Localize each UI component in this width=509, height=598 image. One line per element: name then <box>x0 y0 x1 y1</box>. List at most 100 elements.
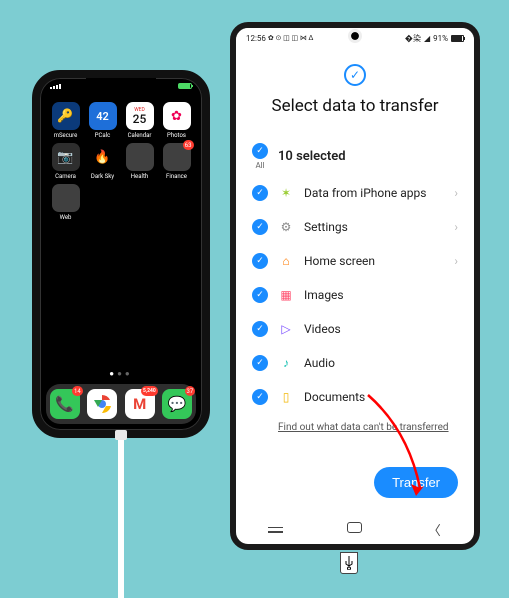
folder-icon <box>52 184 80 212</box>
folder-finance[interactable]: 63 Finance <box>159 143 194 180</box>
dock-chrome[interactable] <box>87 389 117 419</box>
item-label: Images <box>304 288 458 302</box>
app-label: mSecure <box>54 132 78 139</box>
dock-gmail[interactable]: M 5,240 <box>125 389 155 419</box>
usb-icon <box>340 552 358 574</box>
folder-web[interactable]: Web <box>48 184 83 221</box>
item-home-screen[interactable]: ✓ ⌂ Home screen › <box>252 244 458 278</box>
app-label: Calendar <box>128 132 152 139</box>
chevron-right-icon: › <box>454 254 458 268</box>
iphone-home-grid: 🔑 mSecure 42 PCalc WED 25 Calendar ✿ Pho… <box>48 102 194 221</box>
iphone-dock: 📞 14 M 5,240 💬 37 <box>46 384 196 424</box>
checkbox-icon[interactable]: ✓ <box>252 253 268 269</box>
page-title: Select data to transfer <box>252 96 458 116</box>
android-device: 12:56 ✿ ⊙ ◫ ◫ ⋈ ᐃ �染 ◢ 91% ✓ Select data… <box>230 22 480 550</box>
transfer-button[interactable]: Transfer <box>374 467 458 498</box>
audio-icon: ♪ <box>278 355 294 371</box>
dock-phone[interactable]: 📞 14 <box>50 389 80 419</box>
camera-icon: 📷 <box>52 143 80 171</box>
badge: 63 <box>183 140 194 150</box>
android-nav-bar: 〈 <box>236 514 474 544</box>
iphone-device: 🔑 mSecure 42 PCalc WED 25 Calendar ✿ Pho… <box>32 70 210 438</box>
item-iphone-apps[interactable]: ✓ ✶ Data from iPhone apps › <box>252 176 458 210</box>
flame-icon: 🔥 <box>89 143 117 171</box>
app-label: Dark Sky <box>91 173 114 180</box>
checkbox-all[interactable]: ✓ <box>252 143 268 159</box>
chrome-icon <box>92 394 112 414</box>
video-icon: ▷ <box>278 321 294 337</box>
check-circle-icon: ✓ <box>344 64 366 86</box>
status-time: 12:56 <box>246 34 266 43</box>
wifi-icon: �染 <box>405 33 421 44</box>
item-label: Videos <box>304 322 458 336</box>
item-label: Documents <box>304 390 458 404</box>
home-icon: ⌂ <box>278 253 294 269</box>
badge: 37 <box>185 386 196 396</box>
calc-icon: 42 <box>89 102 117 130</box>
item-settings[interactable]: ✓ ⚙ Settings › <box>252 210 458 244</box>
key-icon: 🔑 <box>52 102 80 130</box>
folder-icon: 63 <box>163 143 191 171</box>
battery-icon <box>178 83 192 89</box>
nav-back[interactable]: 〈 <box>427 520 442 539</box>
calendar-icon: WED 25 <box>126 102 154 130</box>
checkbox-icon[interactable]: ✓ <box>252 185 268 201</box>
badge: 14 <box>72 386 83 396</box>
signal-icon <box>50 84 61 89</box>
nav-home[interactable] <box>347 522 362 537</box>
item-images[interactable]: ✓ ▦ Images <box>252 278 458 312</box>
app-label: Finance <box>166 173 187 180</box>
status-left: 12:56 ✿ ⊙ ◫ ◫ ⋈ ᐃ <box>246 34 313 43</box>
app-label: Health <box>131 173 148 180</box>
app-msecure[interactable]: 🔑 mSecure <box>48 102 83 139</box>
app-camera[interactable]: 📷 Camera <box>48 143 83 180</box>
dock-messages[interactable]: 💬 37 <box>162 389 192 419</box>
chevron-right-icon: › <box>454 220 458 234</box>
battery-text: 91% <box>433 34 448 43</box>
footnote-link[interactable]: Find out what data can't be transferred <box>278 422 458 433</box>
status-right: �染 ◢ 91% <box>405 33 464 44</box>
iphone-notch <box>86 78 156 92</box>
app-label: Camera <box>55 173 76 180</box>
all-label: All <box>255 161 264 170</box>
punch-hole-camera <box>351 32 359 40</box>
item-label: Home screen <box>304 254 444 268</box>
page-indicator: ●●● <box>40 369 202 378</box>
app-label: PCalc <box>95 132 111 139</box>
chevron-right-icon: › <box>454 186 458 200</box>
item-documents[interactable]: ✓ ▯ Documents <box>252 380 458 414</box>
checkbox-icon[interactable]: ✓ <box>252 219 268 235</box>
checkbox-icon[interactable]: ✓ <box>252 355 268 371</box>
app-darksky[interactable]: 🔥 Dark Sky <box>85 143 120 180</box>
photos-icon: ✿ <box>163 102 191 130</box>
folder-icon <box>126 143 154 171</box>
apps-icon: ✶ <box>278 185 294 201</box>
item-label: Data from iPhone apps <box>304 186 444 200</box>
select-all-row[interactable]: ✓ All 10 selected <box>252 134 458 176</box>
transfer-screen: ✓ Select data to transfer ✓ All 10 selec… <box>236 48 474 514</box>
status-icons: ✿ ⊙ ◫ ◫ ⋈ ᐃ <box>268 34 313 42</box>
battery-icon <box>451 35 464 42</box>
app-calendar[interactable]: WED 25 Calendar <box>122 102 157 139</box>
nav-recent[interactable] <box>268 522 283 537</box>
checkbox-icon[interactable]: ✓ <box>252 287 268 303</box>
item-label: Settings <box>304 220 444 234</box>
selected-summary: 10 selected <box>278 149 458 164</box>
document-icon: ▯ <box>278 389 294 405</box>
item-videos[interactable]: ✓ ▷ Videos <box>252 312 458 346</box>
app-label: Web <box>60 214 72 221</box>
app-photos[interactable]: ✿ Photos <box>159 102 194 139</box>
badge: 5,240 <box>141 386 158 396</box>
app-label: Photos <box>167 132 186 139</box>
lightning-cable <box>118 438 124 598</box>
image-icon: ▦ <box>278 287 294 303</box>
gear-icon: ⚙ <box>278 219 294 235</box>
item-label: Audio <box>304 356 458 370</box>
checkbox-icon[interactable]: ✓ <box>252 389 268 405</box>
app-pcalc[interactable]: 42 PCalc <box>85 102 120 139</box>
folder-health[interactable]: Health <box>122 143 157 180</box>
checkbox-icon[interactable]: ✓ <box>252 321 268 337</box>
android-status-bar: 12:56 ✿ ⊙ ◫ ◫ ⋈ ᐃ �染 ◢ 91% <box>236 28 474 48</box>
signal-icon: ◢ <box>424 34 430 43</box>
item-audio[interactable]: ✓ ♪ Audio <box>252 346 458 380</box>
